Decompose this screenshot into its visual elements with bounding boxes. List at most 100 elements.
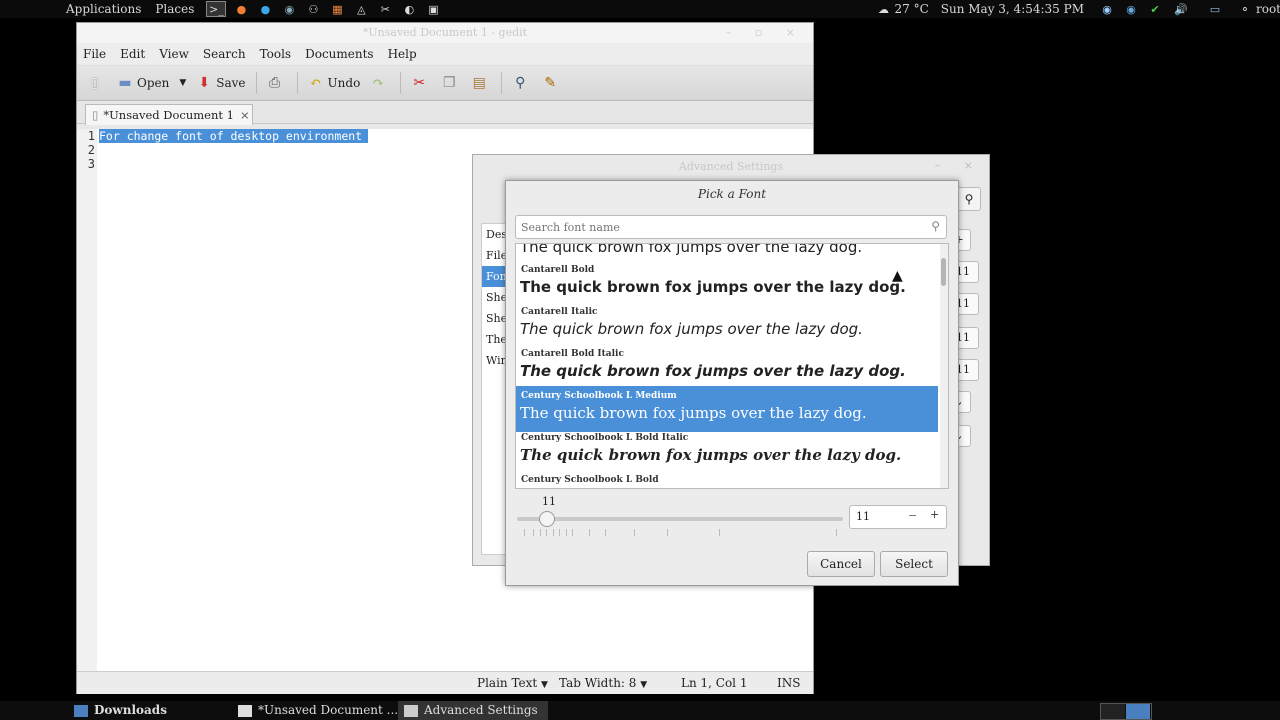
font-search-input[interactable] bbox=[519, 216, 923, 238]
magnifier-icon: ⚲ bbox=[515, 75, 526, 91]
menu-file[interactable]: File bbox=[83, 47, 106, 61]
open-button[interactable]: ▬ Open ▼ bbox=[117, 75, 186, 91]
chevron-down-icon: ▼ bbox=[541, 680, 548, 690]
font-list-item[interactable]: The quick brown fox jumps over the lazy … bbox=[516, 244, 938, 258]
workspace-1[interactable] bbox=[1101, 704, 1125, 719]
firefox-icon[interactable]: ● bbox=[232, 2, 250, 16]
slider-tick bbox=[552, 529, 554, 536]
font-sample: The quick brown fox jumps over the lazy … bbox=[520, 278, 906, 296]
tab-width-selector[interactable]: Tab Width: 8 ▼ bbox=[559, 676, 647, 690]
selected-text[interactable]: For change font of desktop environment bbox=[99, 129, 369, 143]
applications-menu[interactable]: Applications bbox=[66, 2, 141, 16]
headphones-icon[interactable]: ◐ bbox=[400, 2, 418, 16]
menubar: File Edit View Search Tools Documents He… bbox=[77, 43, 813, 65]
paste-icon: ▤ bbox=[472, 75, 486, 91]
font-name: Century Schoolbook L Medium bbox=[521, 391, 677, 401]
save-button[interactable]: ⬇ Save bbox=[196, 75, 245, 91]
copy-button[interactable]: ❐ bbox=[441, 75, 461, 91]
tools-icon[interactable]: ✂ bbox=[376, 2, 394, 16]
scrollbar-thumb[interactable] bbox=[941, 258, 946, 286]
close-tab-icon[interactable]: × bbox=[240, 108, 250, 122]
office-draw-icon[interactable]: ◬ bbox=[352, 2, 370, 16]
save-icon: ⬇ bbox=[198, 75, 211, 91]
screenshot-icon[interactable]: ▣ bbox=[424, 2, 442, 16]
cut-button[interactable]: ✂ bbox=[411, 75, 431, 91]
network-status-icon[interactable]: ▭ bbox=[1206, 2, 1224, 16]
scrollbar[interactable] bbox=[940, 244, 948, 488]
skype-icon[interactable]: ● bbox=[256, 2, 274, 16]
font-size-value[interactable]: 11 bbox=[856, 510, 870, 523]
document-icon: ▯ bbox=[92, 108, 99, 122]
menu-search[interactable]: Search bbox=[203, 47, 246, 61]
places-menu[interactable]: Places bbox=[155, 2, 194, 16]
language-selector[interactable]: Plain Text ▼ bbox=[477, 676, 548, 690]
font-list-item[interactable]: Cantarell Bold The quick brown fox jumps… bbox=[516, 264, 938, 298]
increase-icon[interactable]: + bbox=[930, 508, 939, 521]
font-list-item[interactable]: Century Schoolbook L Bold bbox=[516, 474, 938, 486]
slider-tick bbox=[719, 529, 721, 536]
user-icon: ⚬ bbox=[1240, 2, 1250, 16]
text-line[interactable] bbox=[99, 157, 368, 171]
font-size-slider[interactable] bbox=[517, 511, 843, 527]
font-list-item[interactable]: Century Schoolbook L Bold Italic The qui… bbox=[516, 432, 938, 466]
task-gedit[interactable]: *Unsaved Document ... bbox=[238, 701, 398, 720]
toolbar: ▯ ▬ Open ▼ ⬇ Save ⎙ ↶ Undo ↷ ✂ ❐ ▤ ⚲ ✎ bbox=[77, 65, 813, 101]
weather-text[interactable]: 27 °C bbox=[895, 2, 929, 16]
dialog-title: Pick a Font bbox=[697, 187, 767, 201]
update-icon[interactable]: ✔ bbox=[1146, 2, 1164, 16]
text-content[interactable]: For change font of desktop environment bbox=[99, 129, 369, 171]
replace-button[interactable]: ✎ bbox=[542, 75, 562, 91]
slider-tick bbox=[533, 529, 535, 536]
apps-grid-icon[interactable]: ▦ bbox=[328, 2, 346, 16]
menu-tools[interactable]: Tools bbox=[260, 47, 292, 61]
menu-help[interactable]: Help bbox=[388, 47, 417, 61]
slider-handle[interactable] bbox=[539, 511, 556, 527]
earth-icon[interactable]: ◉ bbox=[1122, 2, 1140, 16]
print-button[interactable]: ⎙ bbox=[267, 75, 287, 91]
decrease-icon[interactable]: − bbox=[908, 509, 917, 522]
font-list-item[interactable]: Cantarell Italic The quick brown fox jum… bbox=[516, 306, 938, 340]
font-sample: The quick brown fox jumps over the lazy … bbox=[520, 320, 863, 338]
find-button[interactable]: ⚲ bbox=[512, 75, 532, 91]
terminal-icon[interactable]: >_ bbox=[206, 1, 227, 17]
workspace-switcher[interactable] bbox=[1100, 703, 1152, 720]
workspace-2[interactable] bbox=[1126, 704, 1150, 719]
font-size-spinbutton[interactable]: 11 − + bbox=[849, 505, 947, 529]
window-controls[interactable]: – × bbox=[935, 159, 983, 172]
user-menu[interactable]: root bbox=[1256, 2, 1280, 16]
font-chooser-dialog: Pick a Font ⚲ The quick brown fox jumps … bbox=[505, 180, 959, 586]
toolbar-separator bbox=[400, 72, 402, 94]
search-icon[interactable]: ⚲ bbox=[957, 187, 981, 211]
text-editor-icon bbox=[238, 704, 252, 717]
select-button[interactable]: Select bbox=[880, 551, 948, 577]
menu-view[interactable]: View bbox=[159, 47, 189, 61]
volume-icon[interactable]: 🔊 bbox=[1172, 2, 1190, 16]
task-downloads[interactable]: Downloads bbox=[74, 701, 167, 720]
cancel-button[interactable]: Cancel bbox=[807, 551, 875, 577]
paste-button[interactable]: ▤ bbox=[471, 75, 491, 91]
people-icon[interactable]: ⚇ bbox=[304, 2, 322, 16]
globe-icon[interactable]: ◉ bbox=[1098, 2, 1116, 16]
font-list: The quick brown fox jumps over the lazy … bbox=[515, 243, 949, 489]
window-controls[interactable]: – ▫ × bbox=[726, 23, 805, 43]
font-list-item-selected[interactable]: Century Schoolbook L Medium The quick br… bbox=[516, 386, 938, 432]
font-search-field[interactable]: ⚲ bbox=[515, 215, 947, 239]
undo-button[interactable]: ↶ Undo bbox=[308, 75, 361, 91]
clock[interactable]: Sun May 3, 4:54:35 PM bbox=[941, 2, 1084, 16]
document-tab[interactable]: ▯ *Unsaved Document 1 × bbox=[85, 104, 253, 125]
menu-edit[interactable]: Edit bbox=[120, 47, 145, 61]
font-list-item[interactable]: Cantarell Bold Italic The quick brown fo… bbox=[516, 348, 938, 382]
status-bar: Plain Text ▼ Tab Width: 8 ▼ Ln 1, Col 1 … bbox=[77, 671, 813, 694]
redo-button[interactable]: ↷ bbox=[370, 75, 390, 91]
advanced-settings-title[interactable]: Advanced Settings bbox=[473, 155, 989, 179]
text-line[interactable] bbox=[99, 143, 368, 157]
task-advanced-settings[interactable]: Advanced Settings bbox=[398, 701, 548, 720]
tab-bar: ▯ *Unsaved Document 1 × bbox=[77, 101, 813, 125]
network-icon[interactable]: ◉ bbox=[280, 2, 298, 16]
slider-tick bbox=[559, 529, 561, 536]
text-line[interactable]: For change font of desktop environment bbox=[99, 129, 369, 143]
gedit-titlebar[interactable]: *Unsaved Document 1 - gedit – ▫ × bbox=[77, 23, 813, 43]
new-button[interactable]: ▯ bbox=[87, 75, 107, 91]
chevron-down-icon[interactable]: ▼ bbox=[179, 78, 186, 88]
menu-documents[interactable]: Documents bbox=[305, 47, 373, 61]
